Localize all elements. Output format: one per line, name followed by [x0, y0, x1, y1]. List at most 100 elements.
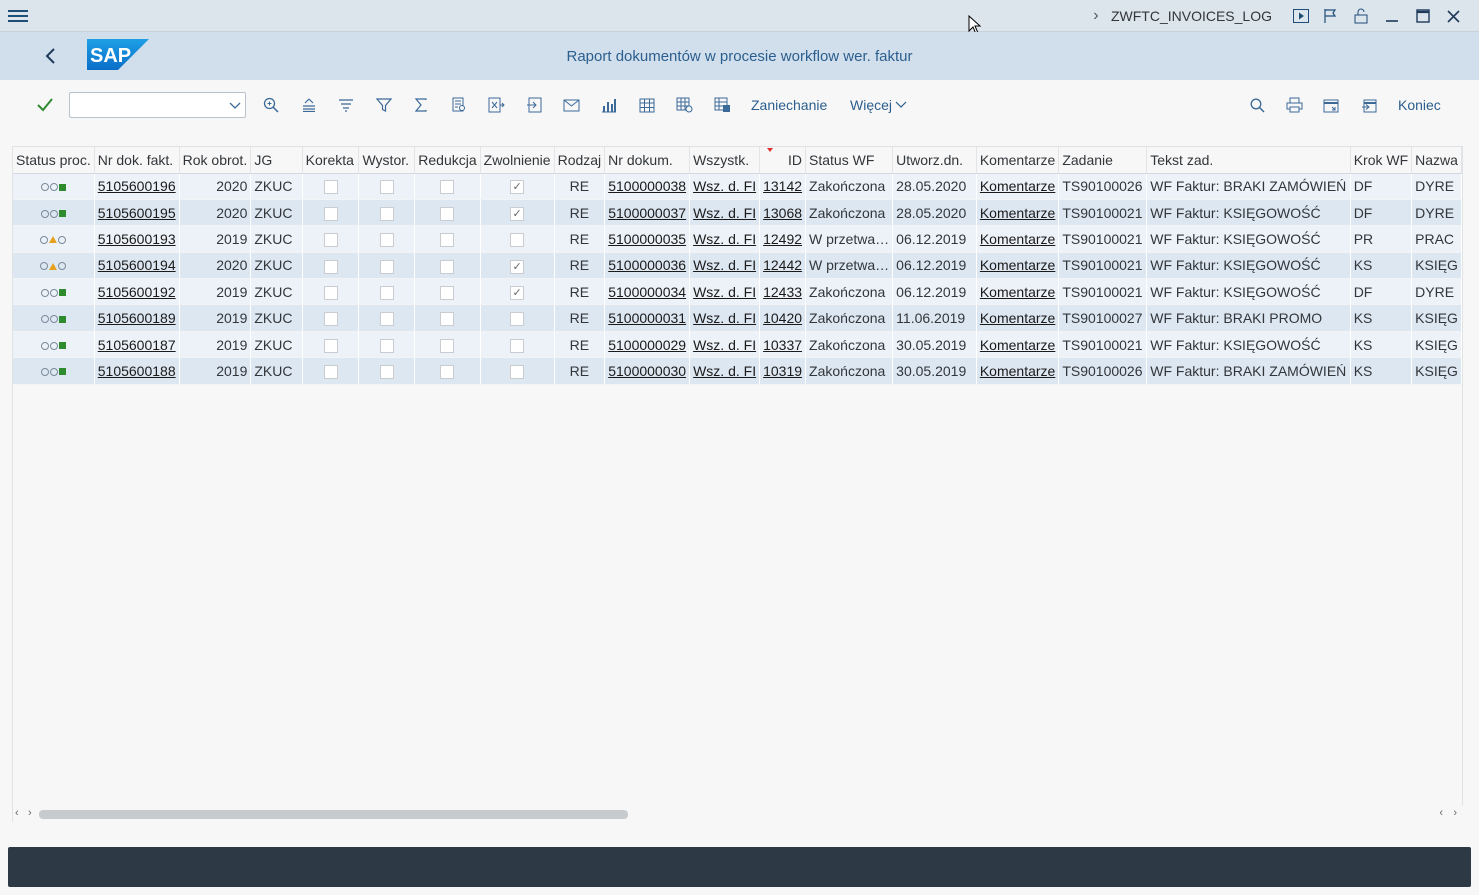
table-row[interactable]: 5105600195 2020 ZKUC ✓ RE 5100000037 Wsz. d. F… [13, 199, 1462, 227]
zwolnienie-checkbox[interactable] [510, 312, 525, 327]
comments-link[interactable]: Komentarze [980, 231, 1055, 247]
korekta-checkbox[interactable] [323, 206, 338, 221]
col-header[interactable]: Nazwa [1411, 147, 1462, 174]
col-header[interactable]: Rok obrot. [179, 147, 252, 174]
redukcja-checkbox[interactable] [440, 312, 455, 327]
wystor-checkbox[interactable] [379, 338, 394, 353]
zwolnienie-checkbox[interactable]: ✓ [510, 180, 525, 195]
print-preview-icon[interactable] [447, 92, 471, 118]
invoice-link[interactable]: 5105600187 [98, 337, 176, 353]
workflow-id-link[interactable]: 12433 [763, 284, 802, 300]
korekta-checkbox[interactable] [323, 338, 338, 353]
zwolnienie-checkbox[interactable]: ✓ [510, 259, 525, 274]
col-header[interactable]: Redukcja [414, 147, 481, 174]
comments-link[interactable]: Komentarze [980, 257, 1055, 273]
comments-link[interactable]: Komentarze [980, 363, 1055, 379]
wystor-checkbox[interactable] [379, 365, 394, 380]
table-row[interactable]: 5105600187 2019 ZKUC RE 5100000029 Wsz. d. FI… [13, 331, 1462, 359]
more-menu-button[interactable]: Więcej [850, 92, 907, 118]
workflow-id-link[interactable]: 13068 [763, 205, 802, 221]
wystor-checkbox[interactable] [379, 259, 394, 274]
horizontal-scrollbar[interactable]: ‹ › ‹ › [13, 806, 1463, 822]
zwolnienie-checkbox[interactable] [510, 365, 525, 380]
workflow-id-link[interactable]: 10420 [763, 310, 802, 326]
workflow-id-link[interactable]: 10337 [763, 337, 802, 353]
document-link[interactable]: 5100000031 [608, 310, 686, 326]
comments-link[interactable]: Komentarze [980, 205, 1055, 221]
print-icon[interactable] [1282, 92, 1306, 118]
comments-link[interactable]: Komentarze [980, 310, 1055, 326]
chevron-right-icon[interactable]: › [1085, 7, 1107, 25]
document-link[interactable]: 5100000037 [608, 205, 686, 221]
korekta-checkbox[interactable] [323, 180, 338, 195]
korekta-checkbox[interactable] [323, 233, 338, 248]
col-header[interactable]: Komentarze [976, 147, 1060, 174]
sort-descending-icon[interactable] [334, 92, 358, 118]
invoice-link[interactable]: 5105600192 [98, 284, 176, 300]
col-header[interactable]: Wszystk. [689, 147, 761, 174]
col-header[interactable]: Nr dok. fakt. [94, 147, 180, 174]
table-row[interactable]: 5105600193 2019 ZKUC RE 5100000035 Wsz. d. FI… [13, 225, 1462, 253]
zaniechanie-button[interactable]: Zaniechanie [751, 92, 827, 118]
chevron-down-icon[interactable] [229, 96, 241, 115]
col-header[interactable]: Zadanie [1058, 147, 1148, 174]
all-docs-link[interactable]: Wsz. d. FI [693, 231, 756, 247]
search-icon[interactable] [1245, 92, 1269, 118]
document-link[interactable]: 5100000034 [608, 284, 686, 300]
wystor-checkbox[interactable] [379, 180, 394, 195]
document-link[interactable]: 5100000038 [608, 178, 686, 194]
comments-link[interactable]: Komentarze [980, 284, 1055, 300]
table-row[interactable]: 5105600196 2020 ZKUC ✓ RE 5100000038 Wsz. d. F… [13, 173, 1462, 200]
menu-icon[interactable] [8, 7, 28, 25]
workflow-id-link[interactable]: 13142 [763, 178, 802, 194]
zwolnienie-checkbox[interactable] [510, 233, 525, 248]
col-header[interactable]: Nr dokum. [604, 147, 691, 174]
wystor-checkbox[interactable] [379, 206, 394, 221]
invoice-link[interactable]: 5105600194 [98, 257, 176, 273]
table-row[interactable]: 5105600192 2019 ZKUC ✓ RE 5100000034 Wsz. d. F… [13, 278, 1462, 306]
redukcja-checkbox[interactable] [440, 365, 455, 380]
korekta-checkbox[interactable] [323, 259, 338, 274]
all-docs-link[interactable]: Wsz. d. FI [693, 178, 756, 194]
table-row[interactable]: 5105600189 2019 ZKUC RE 5100000031 Wsz. d. FI… [13, 304, 1462, 332]
sum-icon[interactable] [409, 92, 433, 118]
table-row[interactable]: 5105600188 2019 ZKUC RE 5100000030 Wsz. d. FI… [13, 357, 1462, 385]
enter-check-icon[interactable] [33, 92, 57, 118]
exit-button[interactable]: Koniec [1398, 92, 1441, 118]
redukcja-checkbox[interactable] [440, 180, 455, 195]
scrollbar-thumb[interactable] [39, 810, 628, 819]
korekta-checkbox[interactable] [323, 312, 338, 327]
korekta-checkbox[interactable] [323, 365, 338, 380]
scroll-right-icon[interactable]: › [28, 807, 32, 819]
export-excel-icon[interactable] [484, 92, 508, 118]
col-header[interactable]: Korekta [302, 147, 360, 174]
col-header[interactable]: Rodzaj [554, 147, 606, 174]
korekta-checkbox[interactable] [323, 285, 338, 300]
col-header[interactable]: JG [250, 147, 303, 174]
col-header[interactable]: Status proc. [13, 147, 95, 174]
wystor-checkbox[interactable] [379, 285, 394, 300]
col-header[interactable]: Status WF [805, 147, 894, 174]
maximize-icon[interactable] [1407, 0, 1438, 32]
mail-icon[interactable] [559, 92, 583, 118]
all-docs-link[interactable]: Wsz. d. FI [693, 363, 756, 379]
minimize-icon[interactable] [1376, 0, 1407, 32]
table-row[interactable]: 5105600194 2020 ZKUC ✓ RE 5100000036 Wsz. d. F… [13, 252, 1462, 280]
redukcja-checkbox[interactable] [440, 338, 455, 353]
play-icon[interactable] [1286, 0, 1316, 32]
new-window-icon[interactable] [1319, 92, 1343, 118]
export-file-icon[interactable] [522, 92, 546, 118]
scroll-left-end-icon[interactable]: ‹ [1439, 807, 1443, 819]
unlock-icon[interactable] [1346, 0, 1376, 32]
command-field[interactable] [69, 92, 246, 118]
details-zoom-icon[interactable] [259, 92, 283, 118]
invoice-link[interactable]: 5105600196 [98, 178, 176, 194]
all-docs-link[interactable]: Wsz. d. FI [693, 205, 756, 221]
filter-icon[interactable] [372, 92, 396, 118]
scroll-right-end-icon[interactable]: › [1453, 807, 1457, 819]
all-docs-link[interactable]: Wsz. d. FI [693, 310, 756, 326]
zwolnienie-checkbox[interactable] [510, 338, 525, 353]
workflow-id-link[interactable]: 12442 [763, 257, 802, 273]
all-docs-link[interactable]: Wsz. d. FI [693, 337, 756, 353]
change-layout-icon[interactable] [672, 92, 696, 118]
